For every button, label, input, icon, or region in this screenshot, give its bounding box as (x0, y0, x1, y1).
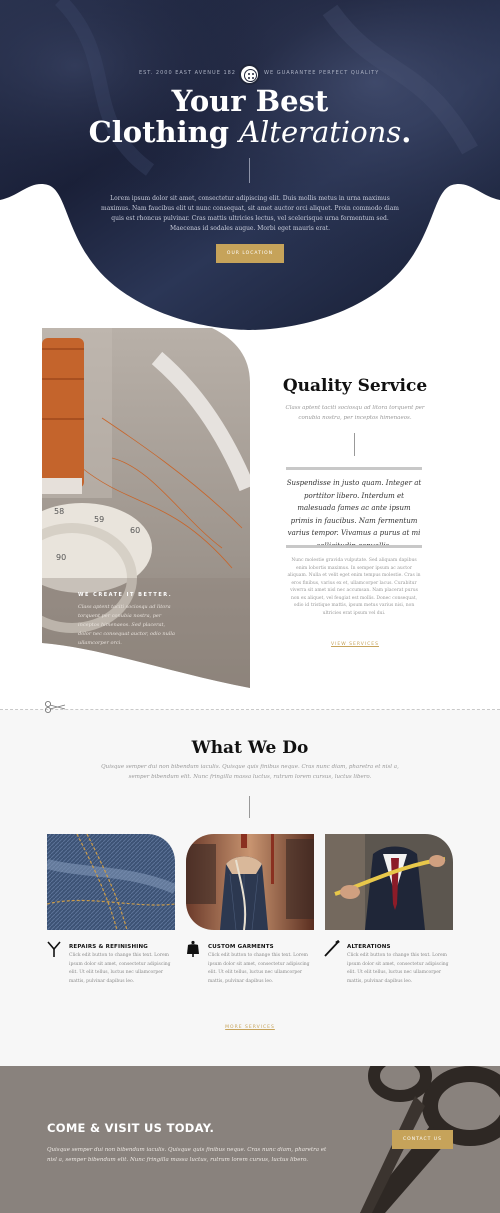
visit-us-title: COME & VISIT US TODAY. (47, 1121, 215, 1135)
quality-quote: Suspendisse in justo quam. Integer at po… (286, 479, 422, 550)
card-text-custom-garments: Click edit button to change this text. L… (208, 953, 310, 984)
view-services-link[interactable]: VIEW SERVICES (310, 642, 400, 647)
card-title-alterations: ALTERATIONS (347, 944, 391, 950)
hero-title: Your Best Clothing Alterations. (0, 86, 500, 148)
quote-rule-top (286, 467, 422, 470)
quality-service-title: Quality Service (282, 376, 428, 396)
what-we-do-title: What We Do (191, 738, 309, 758)
hero-section: EST. 2000 EAST AVENUE 182 WE GUARANTEE P… (0, 0, 500, 330)
mannequin-image (186, 834, 314, 930)
svg-text:60: 60 (130, 526, 140, 535)
hero-topline: EST. 2000 EAST AVENUE 182 WE GUARANTEE P… (0, 64, 500, 85)
hero-divider (249, 158, 250, 183)
hero-guarantee-text: WE GUARANTEE PERFECT QUALITY (264, 70, 380, 76)
what-we-do-subtitle: Quisque semper dui non bibendum iaculis.… (101, 764, 399, 780)
card-title-repairs: REPAIRS & REFINISHING (69, 944, 149, 950)
quality-body-text: Nunc molestie gravida vulputate. Sed ali… (287, 558, 421, 616)
quality-service-subtitle: Class aptent taciti sociosqu ad litora t… (285, 405, 425, 421)
needle-icon (324, 940, 340, 957)
mannequin-icon (187, 940, 199, 957)
denim-image (47, 834, 175, 930)
our-location-button[interactable]: OUR LOCATION (216, 244, 284, 263)
contact-us-button[interactable]: CONTACT US (392, 1130, 453, 1149)
button-logo-icon (239, 64, 260, 85)
card-title-custom-garments: CUSTOM GARMENTS (208, 944, 274, 950)
needle-thread-icon (47, 941, 61, 957)
tailor-measuring-image (325, 834, 453, 930)
quality-divider (354, 433, 355, 456)
hero-fabric-background (0, 0, 500, 330)
scissors-icon (44, 700, 66, 714)
visit-us-text: Quisque semper dui non bibendum iaculis.… (47, 1147, 327, 1163)
hero-title-line2: Clothing Alterations. (88, 115, 412, 149)
svg-text:59: 59 (94, 515, 104, 524)
quality-overlay-text: Class aptent taciti sociosqu ad litora t… (78, 604, 175, 646)
svg-text:58: 58 (54, 507, 64, 516)
quote-rule-bottom (286, 545, 422, 548)
more-services-link[interactable]: MORE SERVICES (200, 1025, 300, 1030)
hero-est-text: EST. 2000 EAST AVENUE 182 (138, 70, 236, 76)
what-we-do-divider (249, 796, 250, 818)
quality-overlay-title: WE CREATE IT BETTER. (78, 592, 173, 598)
hero-body-text: Lorem ipsum dolor sit amet, consectetur … (101, 195, 399, 232)
hero-title-line1: Your Best (171, 84, 329, 118)
card-text-alterations: Click edit button to change this text. L… (347, 953, 449, 984)
card-text-repairs: Click edit button to change this text. L… (69, 953, 171, 984)
svg-text:90: 90 (56, 553, 66, 562)
